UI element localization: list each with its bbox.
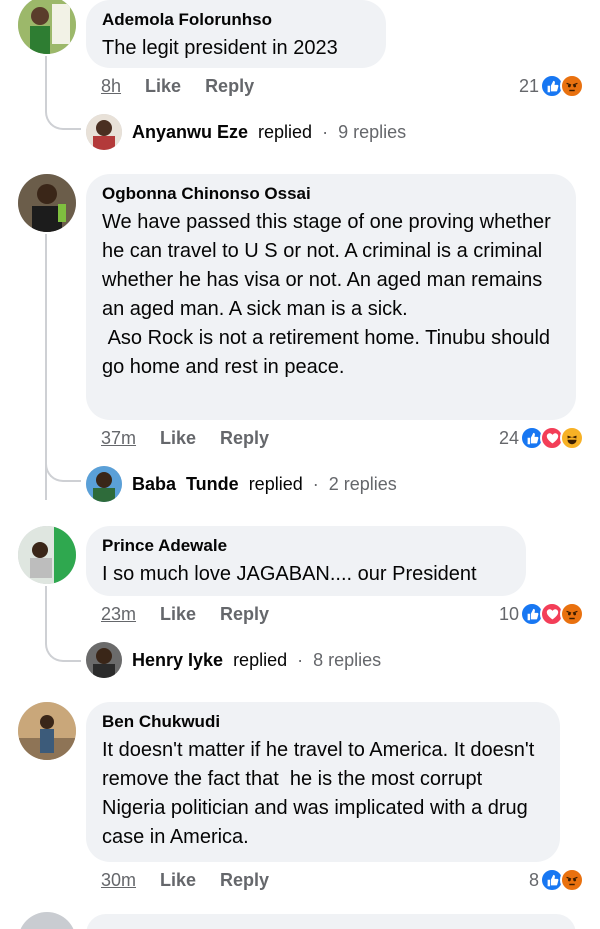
reaction-count: 10 xyxy=(498,603,519,624)
reply-button[interactable]: Reply xyxy=(220,870,269,891)
separator-dot: · xyxy=(312,473,319,494)
separator-dot: · xyxy=(322,121,329,142)
laughing-face-icon xyxy=(560,426,584,450)
comment-actions: 30m Like Reply xyxy=(101,870,269,891)
reply-button[interactable]: Reply xyxy=(220,428,269,449)
reaction-count: 21 xyxy=(518,75,539,96)
reaction-summary[interactable]: 24 xyxy=(499,426,584,450)
reaction-count: 8 xyxy=(528,869,539,890)
avatar[interactable] xyxy=(18,526,76,584)
thread-line xyxy=(45,56,47,106)
reply-count: 8 replies xyxy=(313,649,382,670)
comment-actions: 8h Like Reply xyxy=(101,76,254,97)
like-button[interactable]: Like xyxy=(160,428,196,449)
angry-face-icon xyxy=(560,74,584,98)
reply-button[interactable]: Reply xyxy=(205,76,254,97)
comment-bubble xyxy=(86,914,576,929)
reply-button[interactable]: Reply xyxy=(220,604,269,625)
comment-timestamp[interactable]: 30m xyxy=(101,870,136,891)
comment-author[interactable]: Ben Chukwudi xyxy=(102,711,544,733)
comment-text: We have passed this stage of one proving… xyxy=(102,211,551,378)
comment-text: It doesn't matter if he travel to Americ… xyxy=(102,739,540,848)
comment-bubble: Ogbonna Chinonso Ossai We have passed th… xyxy=(86,174,576,420)
like-button[interactable]: Like xyxy=(160,870,196,891)
angry-face-icon xyxy=(560,868,584,892)
comment-timestamp[interactable]: 37m xyxy=(101,428,136,449)
reply-author: Baba Tunde xyxy=(132,473,239,494)
view-replies-link[interactable]: Anyanwu Eze replied · 9 replies xyxy=(86,114,406,150)
avatar[interactable] xyxy=(18,912,76,929)
thread-connector xyxy=(45,106,81,130)
reply-avatar xyxy=(86,642,122,678)
reaction-summary[interactable]: 8 xyxy=(529,868,584,892)
separator-dot: · xyxy=(297,649,304,670)
comment-bubble: Ademola Folorunhso The legit president i… xyxy=(86,0,386,68)
comment-timestamp[interactable]: 8h xyxy=(101,76,121,97)
view-replies-link[interactable]: Henry Iyke replied · 8 replies xyxy=(86,642,381,678)
like-button[interactable]: Like xyxy=(160,604,196,625)
comment-author[interactable]: Prince Adewale xyxy=(102,535,510,557)
reaction-count: 24 xyxy=(498,427,519,448)
reply-author: Anyanwu Eze xyxy=(132,121,249,142)
comment-bubble: Ben Chukwudi It doesn't matter if he tra… xyxy=(86,702,560,862)
replied-label: replied xyxy=(233,649,288,670)
reaction-summary[interactable]: 10 xyxy=(499,602,584,626)
avatar[interactable] xyxy=(18,174,76,232)
comment-text: The legit president in 2023 xyxy=(102,37,338,59)
avatar[interactable] xyxy=(18,702,76,760)
like-button[interactable]: Like xyxy=(145,76,181,97)
avatar[interactable] xyxy=(18,0,76,54)
reply-author: Henry Iyke xyxy=(132,649,224,670)
reply-avatar xyxy=(86,114,122,150)
comment-actions: 37m Like Reply xyxy=(101,428,269,449)
replied-label: replied xyxy=(258,121,313,142)
replied-label: replied xyxy=(248,473,303,494)
comment-actions: 23m Like Reply xyxy=(101,604,269,625)
comment-author[interactable]: Ademola Folorunhso xyxy=(102,9,370,31)
view-replies-link[interactable]: Baba Tunde replied · 2 replies xyxy=(86,466,397,502)
angry-face-icon xyxy=(560,602,584,626)
comment-text: I so much love JAGABAN.... our President xyxy=(102,563,477,585)
reply-avatar xyxy=(86,466,122,502)
thread-connector xyxy=(45,458,81,482)
reply-count: 9 replies xyxy=(338,121,407,142)
reaction-summary[interactable]: 21 xyxy=(519,74,584,98)
reply-count: 2 replies xyxy=(328,473,397,494)
comment-timestamp[interactable]: 23m xyxy=(101,604,136,625)
comment-author[interactable]: Ogbonna Chinonso Ossai xyxy=(102,183,560,205)
thread-connector xyxy=(45,638,81,662)
comment-bubble: Prince Adewale I so much love JAGABAN...… xyxy=(86,526,526,596)
comments-feed: Ademola Folorunhso The legit president i… xyxy=(0,0,600,929)
thread-line xyxy=(45,586,47,638)
